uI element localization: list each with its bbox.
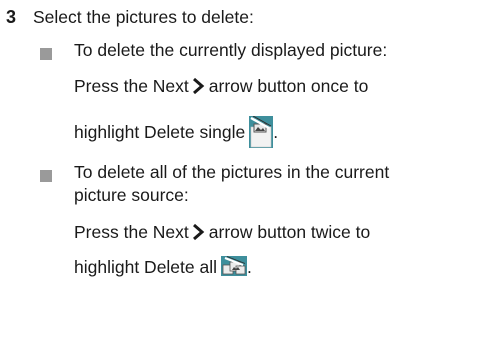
instruction-text: highlight Delete single — [74, 122, 246, 142]
bullet-heading: To delete all of the pictures in the cur… — [74, 162, 390, 182]
instruction-line: Press the Next arrow button once to — [74, 76, 368, 97]
instruction-text: Press the Next — [74, 76, 189, 96]
instruction-text: . — [247, 257, 252, 277]
bullet-heading: To delete the currently displayed pictur… — [74, 40, 388, 60]
instruction-text: arrow button once to — [208, 76, 369, 96]
chevron-right-icon — [192, 77, 205, 95]
delete-all-icon — [221, 256, 248, 276]
instruction-line: highlight Delete all . — [74, 256, 252, 278]
delete-single-icon — [249, 116, 274, 148]
instruction-document: 3 Select the pictures to delete: To dele… — [0, 0, 484, 341]
instruction-line: highlight Delete single . — [74, 116, 278, 148]
instruction-text: Press the Next — [74, 222, 189, 242]
instruction-line: Press the Next arrow button twice to — [74, 222, 370, 243]
chevron-right-icon — [192, 223, 205, 241]
step-number: 3 — [6, 7, 17, 27]
bullet-marker — [40, 48, 52, 60]
instruction-text: arrow button twice to — [208, 222, 371, 242]
instruction-text: highlight Delete all — [74, 257, 218, 277]
instruction-text: . — [273, 122, 279, 142]
step-instruction: Select the pictures to delete: — [33, 7, 254, 27]
bullet-heading: picture source: — [74, 185, 189, 205]
bullet-marker — [40, 170, 52, 182]
